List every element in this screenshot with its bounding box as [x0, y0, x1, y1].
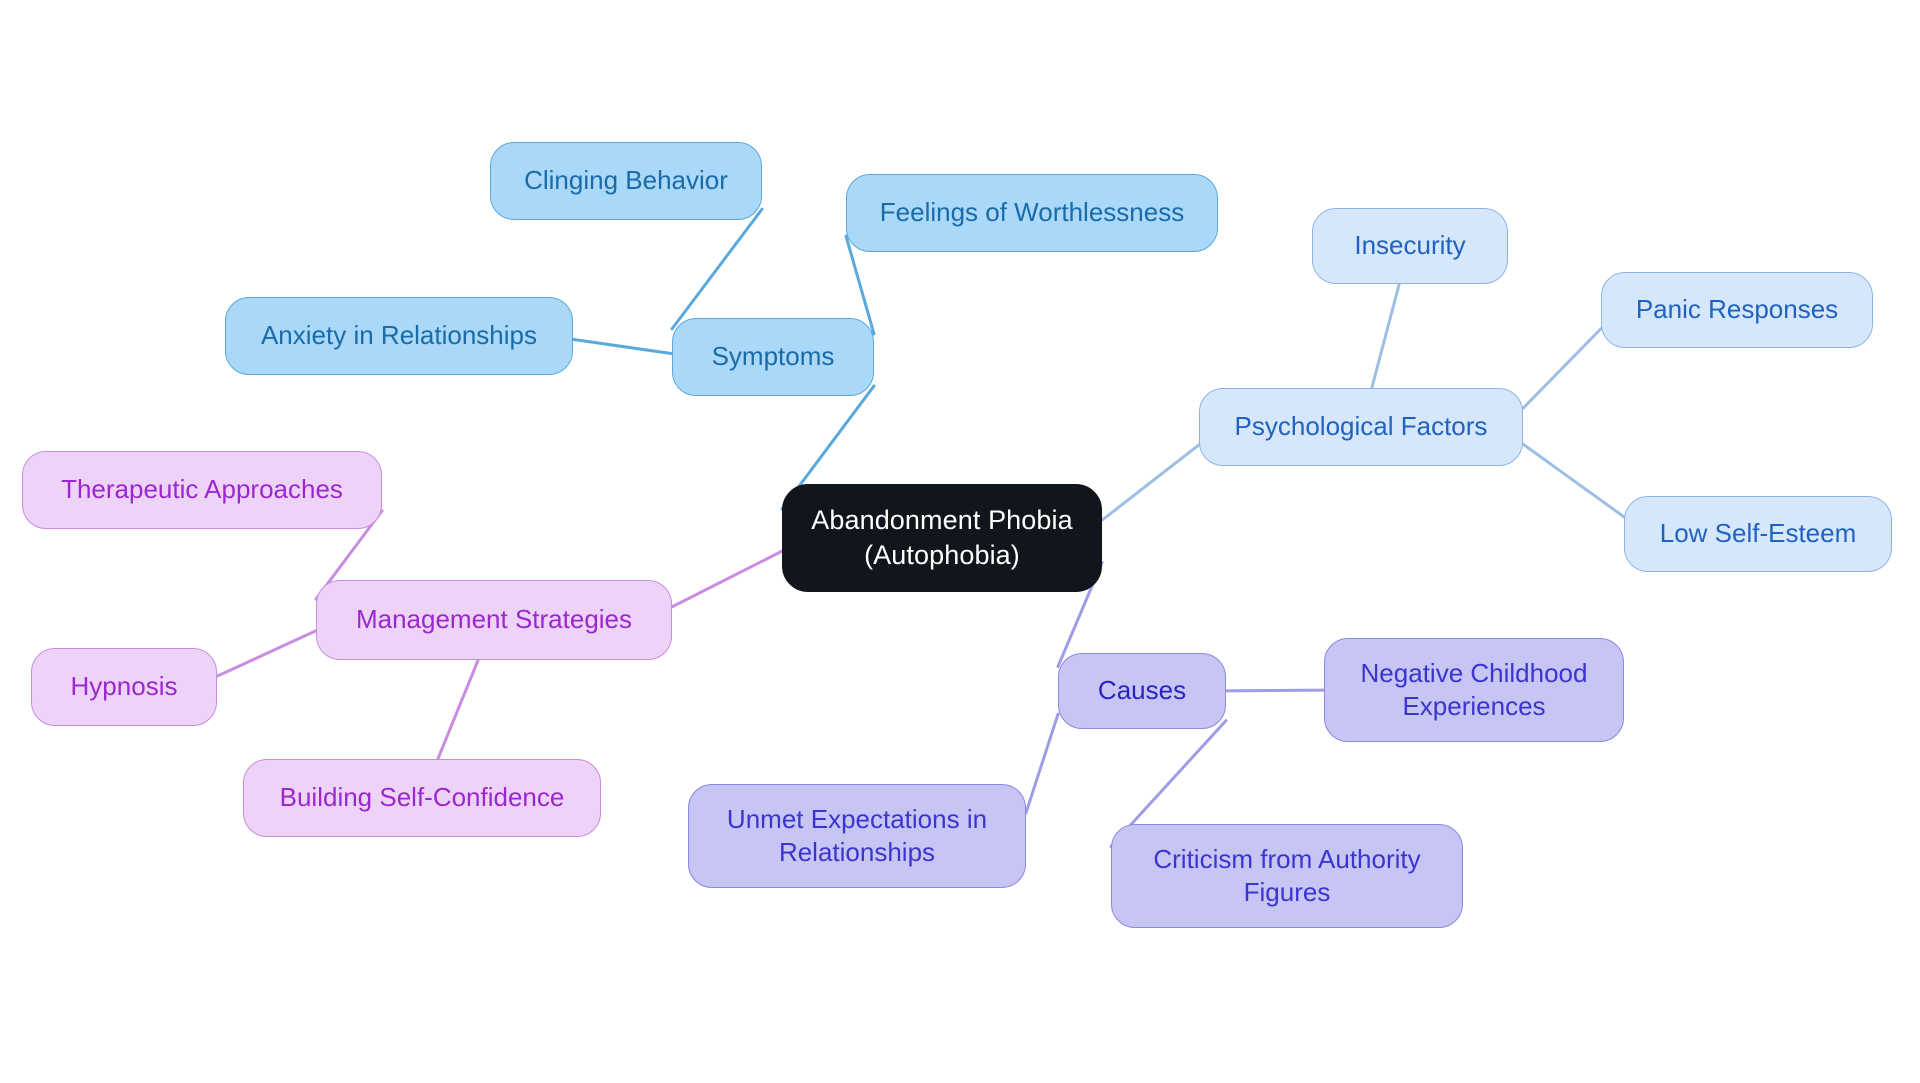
- node-label: Symptoms: [711, 341, 835, 372]
- mindmap-node-negative-childhood-experiences[interactable]: Negative Childhood Experiences: [1324, 638, 1624, 742]
- node-label: Therapeutic Approaches: [61, 474, 343, 505]
- mindmap-node-unmet-expectations-in-relationships[interactable]: Unmet Expectations in Relationships: [688, 784, 1026, 888]
- node-label: Hypnosis: [70, 671, 178, 702]
- edge-symptoms-to-anxiety-in-relationships: [571, 337, 674, 356]
- mindmap-node-symptoms[interactable]: Symptoms: [672, 318, 874, 396]
- edge-psychological-factors-to-insecurity: [1370, 282, 1401, 390]
- node-label: Building Self-Confidence: [279, 782, 565, 813]
- node-label: Anxiety in Relationships: [260, 320, 538, 351]
- node-label: Low Self-Esteem: [1659, 518, 1857, 549]
- edge-management-strategies-to-building-self-confidence: [436, 658, 480, 761]
- node-label: Criticism from Authority Figures: [1153, 843, 1421, 907]
- edge-management-strategies-to-hypnosis: [215, 629, 318, 678]
- mindmap-node-therapeutic-approaches[interactable]: Therapeutic Approaches: [22, 451, 382, 529]
- mindmap-node-hypnosis[interactable]: Hypnosis: [31, 648, 217, 726]
- node-label: Unmet Expectations in Relationships: [726, 803, 988, 867]
- node-label: Clinging Behavior: [524, 165, 728, 196]
- node-label: Causes: [1097, 675, 1187, 706]
- node-label: Psychological Factors: [1234, 411, 1488, 442]
- mindmap-node-low-self-esteem[interactable]: Low Self-Esteem: [1624, 496, 1892, 572]
- mindmap-node-feelings-of-worthlessness[interactable]: Feelings of Worthlessness: [846, 174, 1218, 252]
- mindmap-node-clinging-behavior[interactable]: Clinging Behavior: [490, 142, 762, 220]
- node-label: Negative Childhood Experiences: [1360, 657, 1588, 721]
- mindmap-node-causes[interactable]: Causes: [1058, 653, 1226, 729]
- edge-root-to-psychological-factors: [1100, 443, 1201, 522]
- mindmap-node-root[interactable]: Abandonment Phobia (Autophobia): [782, 484, 1102, 592]
- edge-root-to-management-strategies: [670, 549, 784, 609]
- mindmap-node-panic-responses[interactable]: Panic Responses: [1601, 272, 1873, 348]
- node-label: Insecurity: [1354, 230, 1466, 261]
- node-label: Management Strategies: [355, 604, 633, 635]
- edge-causes-to-unmet-expectations-in-relationships: [1024, 712, 1060, 815]
- node-label: Panic Responses: [1635, 294, 1839, 325]
- mindmap-node-management-strategies[interactable]: Management Strategies: [316, 580, 672, 660]
- edge-psychological-factors-to-low-self-esteem: [1521, 442, 1626, 519]
- edge-psychological-factors-to-panic-responses: [1521, 327, 1603, 410]
- edge-symptoms-to-clinging-behavior: [670, 207, 764, 331]
- mindmap-node-anxiety-in-relationships[interactable]: Anxiety in Relationships: [225, 297, 573, 375]
- node-label: Abandonment Phobia (Autophobia): [811, 505, 1073, 570]
- mindmap-node-criticism-from-authority-figures[interactable]: Criticism from Authority Figures: [1111, 824, 1463, 928]
- mindmap-node-building-self-confidence[interactable]: Building Self-Confidence: [243, 759, 601, 837]
- mindmap-canvas: Abandonment Phobia (Autophobia) Symptoms C…: [0, 0, 1920, 1083]
- edge-causes-to-negative-childhood-experiences: [1224, 688, 1326, 693]
- mindmap-node-psychological-factors[interactable]: Psychological Factors: [1199, 388, 1523, 466]
- node-label: Feelings of Worthlessness: [879, 197, 1185, 228]
- mindmap-node-insecurity[interactable]: Insecurity: [1312, 208, 1508, 284]
